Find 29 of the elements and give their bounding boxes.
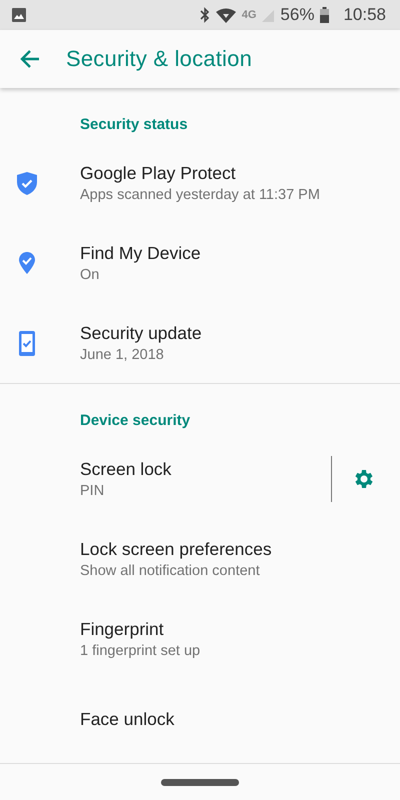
item-title[interactable]: Find My Device (80, 243, 400, 264)
wifi-icon (216, 8, 236, 22)
clock: 10:58 (343, 5, 386, 25)
item-summary: Apps scanned yesterday at 11:37 PM (80, 187, 321, 203)
section-header: Device security (79, 411, 192, 431)
bluetooth-icon (200, 7, 210, 23)
shield-check-icon (16, 170, 38, 196)
section-header: Security status (79, 115, 189, 135)
item-summary: 1 fingerprint set up (80, 643, 202, 659)
item-summary: June 1, 2018 (80, 347, 165, 363)
page-title: Security & location (66, 46, 252, 72)
item-title[interactable]: Screen lock (80, 459, 331, 480)
item-title[interactable]: Face unlock (80, 708, 400, 730)
signal-icon (262, 8, 274, 22)
item-title[interactable]: Fingerprint (80, 619, 400, 640)
battery-icon (320, 7, 330, 23)
back-arrow-icon (20, 50, 40, 68)
item-title[interactable]: Google Play Protect (80, 163, 400, 184)
item-summary: Show all notification content (80, 563, 261, 579)
location-check-icon (18, 251, 36, 275)
item-summary: On (80, 267, 100, 283)
phone-check-icon (19, 330, 35, 356)
item-title[interactable]: Lock screen preferences (80, 539, 400, 560)
image-icon (12, 8, 26, 22)
network-type: 4G (242, 9, 256, 21)
battery-percent: 56% (280, 5, 314, 25)
item-title[interactable]: Security update (80, 323, 400, 344)
home-handle[interactable] (161, 778, 239, 786)
item-summary: PIN (80, 483, 106, 499)
